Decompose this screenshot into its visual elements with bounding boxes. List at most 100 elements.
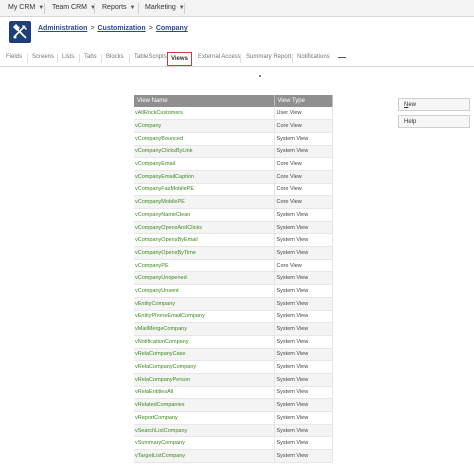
tab-tabs[interactable]: Tabs — [84, 54, 97, 60]
table-row: vCompany Core View — [134, 119, 333, 133]
page-dot — [259, 75, 261, 77]
view-name-link[interactable]: vCompany — [134, 119, 275, 133]
view-name-link[interactable]: vCompanyNameClean — [134, 208, 275, 222]
table-row: vSearchListCompany System View — [134, 424, 333, 438]
view-name-link[interactable]: vRelaEntitiesAll — [134, 386, 275, 400]
view-type-cell: Core View — [274, 195, 333, 209]
tab-divider — [27, 54, 28, 63]
view-name-link[interactable]: vCompanyBounced — [134, 132, 275, 146]
tab-divider — [240, 54, 241, 63]
table-row: vCompanyOpensByEmail System View — [134, 233, 333, 248]
view-name-link[interactable]: vReportCompany — [134, 411, 275, 425]
table-row: vRelaEntitiesAll System View — [134, 386, 333, 400]
nav-reports-label: Reports — [102, 4, 127, 11]
nav-my-crm[interactable]: My CRM ▼ — [8, 4, 44, 11]
view-name-link[interactable]: vCompanyOpensByTime — [134, 246, 275, 260]
nav-team-crm[interactable]: Team CRM ▼ — [52, 4, 96, 11]
tab-divider — [79, 54, 80, 63]
view-name-link[interactable]: vCompanyEmail — [134, 157, 275, 171]
view-name-link[interactable]: vAllRockCustomers — [134, 107, 275, 121]
nav-reports[interactable]: Reports ▼ — [102, 4, 135, 11]
nav-team-crm-label: Team CRM — [52, 4, 88, 11]
view-name-link[interactable]: vCompanyUnsent — [134, 284, 275, 298]
table-header-row: View Name View Type — [134, 95, 333, 107]
view-name-link[interactable]: vCompanyEmailCaption — [134, 170, 275, 184]
view-type-cell: System View — [274, 436, 333, 451]
view-name-link[interactable]: vRelaCompanyCompany — [134, 360, 275, 374]
table-row: vRelaCompanyCase System View — [134, 348, 333, 362]
top-nav-bar: My CRM ▼ Team CRM ▼ Reports ▼ Marketing ▼ — [0, 0, 474, 17]
table-row: vCompanyEmailCaption Core View — [134, 170, 333, 184]
view-type-cell: System View — [274, 132, 333, 146]
table-row: vCompanyOpensByTime System View — [134, 246, 333, 260]
view-name-link[interactable]: vSearchListCompany — [134, 424, 275, 438]
page-header — [0, 18, 474, 49]
view-type-cell: System View — [274, 145, 333, 159]
new-button[interactable]: New — [398, 98, 470, 111]
view-type-cell: System View — [274, 411, 333, 425]
chevron-down-icon: ▼ — [129, 5, 136, 11]
view-name-link[interactable]: vCompanyOpensAndClicks — [134, 221, 275, 235]
view-name-link[interactable]: vCompanyMobilePE — [134, 195, 275, 209]
view-name-link[interactable]: vCompanyPE — [134, 259, 275, 273]
nav-divider — [94, 3, 95, 14]
nav-my-crm-label: My CRM — [8, 4, 36, 11]
table-row: vTargetListCompany System View — [134, 449, 333, 463]
nav-marketing[interactable]: Marketing ▼ — [145, 4, 185, 11]
tab-notifications[interactable]: Notifications — [297, 54, 330, 60]
table-row: vEntityCompany System View — [134, 297, 333, 311]
table-row: vCompanyUnopened System View — [134, 271, 333, 286]
view-type-cell: System View — [274, 310, 333, 324]
view-type-cell: System View — [274, 335, 333, 349]
table-body: vAllRockCustomers User View vCompany Core V… — [134, 107, 333, 463]
view-name-link[interactable]: vCompanyFaxMobilePE — [134, 183, 275, 197]
view-type-cell: System View — [274, 386, 333, 400]
view-type-cell: Core View — [274, 259, 333, 273]
tab-fields[interactable]: Fields — [6, 54, 22, 60]
tab-screens[interactable]: Screens — [32, 54, 54, 60]
view-type-cell: System View — [274, 221, 333, 235]
table-row: vNotificationCompany System View — [134, 335, 333, 349]
tab-lists[interactable]: Lists — [62, 54, 74, 60]
view-type-cell: System View — [274, 360, 333, 374]
view-name-link[interactable]: vCompanyOpensByEmail — [134, 233, 275, 248]
views-table: View Name View Type vAllRockCustomers Use… — [134, 95, 333, 463]
view-type-cell: System View — [274, 246, 333, 260]
tab-divider — [129, 54, 130, 63]
breadcrumb-separator: > — [90, 25, 95, 32]
tab-tablescripts[interactable]: TableScripts — [134, 54, 167, 60]
tab-divider — [292, 54, 293, 63]
view-type-cell: System View — [274, 449, 333, 463]
column-header-view-name[interactable]: View Name — [134, 95, 275, 107]
column-header-view-type[interactable]: View Type — [274, 95, 333, 107]
view-name-link[interactable]: vSummaryCompany — [134, 436, 275, 451]
view-name-link[interactable]: vEntityCompany — [134, 297, 275, 311]
table-row: vCompanyMobilePE Core View — [134, 195, 333, 209]
table-row: vEntityPhoneEmailCompany System View — [134, 310, 333, 324]
view-name-link[interactable]: vRelaCompanyPerson — [134, 373, 275, 387]
table-row: vRelaCompanyCompany System View — [134, 360, 333, 374]
tab-blocks[interactable]: Blocks — [106, 54, 124, 60]
view-name-link[interactable]: vCompanyUnopened — [134, 271, 275, 286]
help-button[interactable]: Help — [398, 115, 470, 128]
tab-views[interactable]: Views — [167, 52, 192, 66]
nav-divider — [184, 3, 185, 14]
view-name-link[interactable]: vRelatedCompanies — [134, 398, 275, 412]
view-type-cell: Core View — [274, 157, 333, 171]
breadcrumb-customization[interactable]: Customization — [97, 25, 145, 32]
tab-summary-report[interactable]: Summary Report — [246, 54, 291, 60]
tab-external-access[interactable]: External Access — [198, 54, 241, 60]
table-row: vSummaryCompany System View — [134, 436, 333, 451]
breadcrumb-administration[interactable]: Administration — [38, 25, 87, 32]
new-button-label: ew — [408, 102, 417, 108]
view-name-link[interactable]: vNotificationCompany — [134, 335, 275, 349]
view-name-link[interactable]: vTargetListCompany — [134, 449, 275, 463]
table-row: vRelaCompanyPerson System View — [134, 373, 333, 387]
view-name-link[interactable]: vEntityPhoneEmailCompany — [134, 310, 275, 324]
view-name-link[interactable]: vMailMergeCompany — [134, 322, 275, 336]
tab-more-button[interactable]: — — [338, 53, 346, 62]
view-name-link[interactable]: vRelaCompanyCase — [134, 348, 275, 362]
view-name-link[interactable]: vCompanyClicksByLink — [134, 145, 275, 159]
nav-divider — [138, 3, 139, 14]
breadcrumb-company[interactable]: Company — [156, 25, 188, 32]
